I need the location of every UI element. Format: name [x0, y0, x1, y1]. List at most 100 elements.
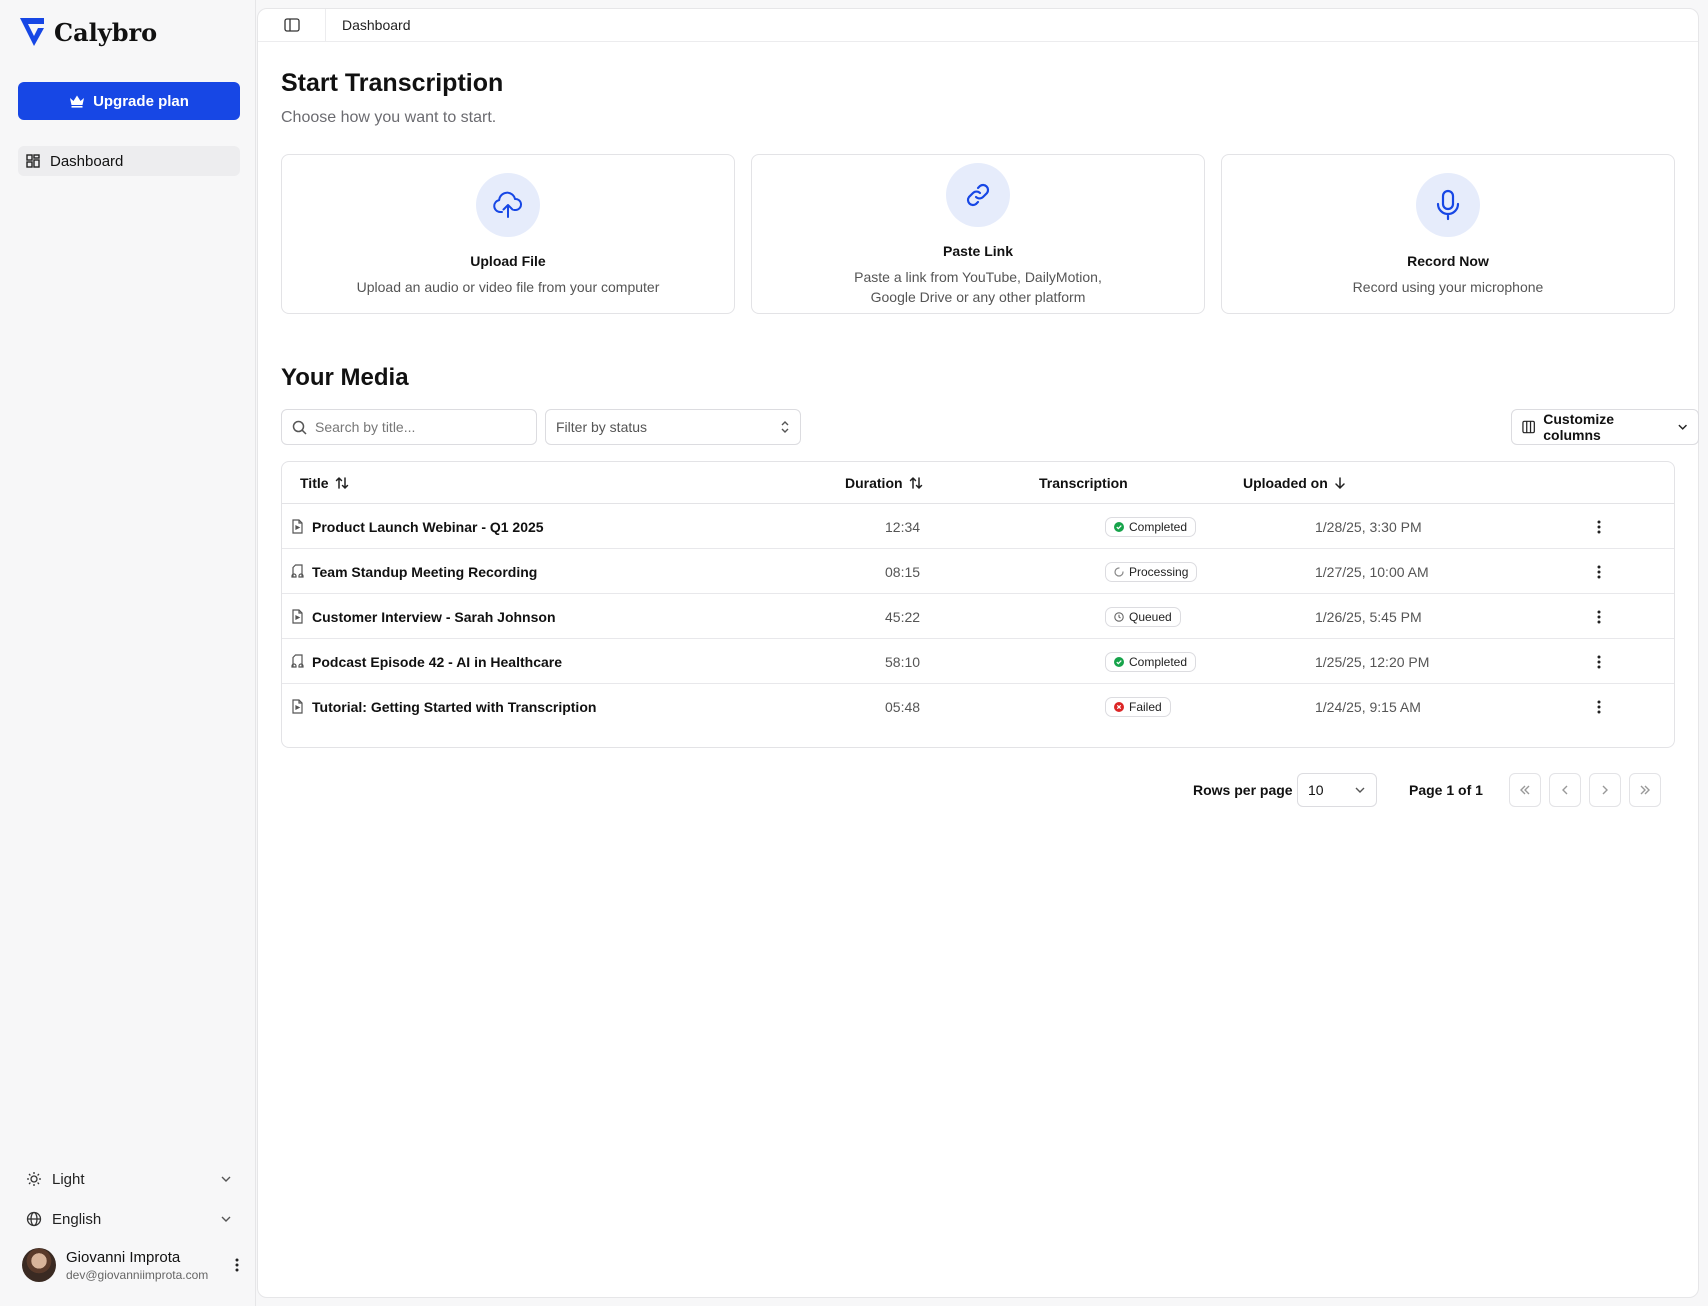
media-duration: 12:34: [885, 518, 921, 535]
chevron-right-icon: [1602, 785, 1608, 795]
check-circle-icon: [1114, 521, 1124, 532]
crown-icon: [70, 95, 85, 108]
sort-icon: [335, 476, 348, 490]
media-title-cell[interactable]: Customer Interview - Sarah Johnson: [291, 594, 556, 639]
column-transcription-label: Transcription: [1039, 475, 1128, 491]
media-uploaded-date: 1/24/25, 9:15 AM: [1315, 698, 1421, 715]
language-value: English: [52, 1210, 102, 1228]
media-title: Tutorial: Getting Started with Transcrip…: [312, 698, 597, 715]
theme-value: Light: [52, 1170, 85, 1188]
previous-page-button[interactable]: [1549, 773, 1581, 807]
loader-icon: [1114, 566, 1124, 577]
upload-file-card[interactable]: Upload File Upload an audio or video fil…: [281, 154, 735, 314]
status-badge: Queued: [1105, 606, 1181, 627]
media-title-cell[interactable]: Team Standup Meeting Recording: [291, 549, 537, 594]
row-actions-button[interactable]: [1596, 504, 1602, 549]
media-title-cell[interactable]: Product Launch Webinar - Q1 2025: [291, 504, 544, 549]
row-actions-button[interactable]: [1596, 594, 1602, 639]
status-filter-select[interactable]: Filter by status: [545, 409, 801, 445]
more-vertical-icon[interactable]: [234, 1257, 240, 1273]
page-title: Start Transcription: [281, 69, 504, 97]
language-select[interactable]: English: [18, 1204, 240, 1234]
calybro-logo-icon: [20, 18, 44, 46]
sidebar-toggle-button[interactable]: [258, 8, 326, 42]
more-vertical-icon: [1597, 565, 1601, 578]
first-page-button[interactable]: [1509, 773, 1541, 807]
link-icon: [946, 163, 1010, 227]
customize-columns-button[interactable]: Customize columns: [1511, 409, 1699, 445]
search-input[interactable]: [315, 419, 515, 435]
user-name: Giovanni Improta: [66, 1248, 181, 1266]
card-description: Record using your microphone: [1352, 279, 1544, 295]
media-duration: 08:15: [885, 563, 921, 580]
globe-icon: [26, 1211, 42, 1227]
table-row[interactable]: Product Launch Webinar - Q1 2025 12:34 Com…: [282, 504, 1674, 549]
status-badge: Completed: [1105, 651, 1197, 672]
video-file-icon: [292, 699, 303, 714]
column-header-duration[interactable]: Duration: [845, 462, 923, 504]
search-field[interactable]: [281, 409, 537, 445]
more-vertical-icon: [1597, 655, 1601, 668]
status-cell: Queued: [1105, 594, 1181, 639]
audio-file-icon: [291, 564, 304, 578]
sidebar-panel-icon: [283, 18, 300, 32]
column-header-title[interactable]: Title: [300, 462, 349, 504]
column-uploaded-label: Uploaded on: [1243, 475, 1328, 491]
status-cell: Completed: [1105, 639, 1197, 684]
chevrons-right-icon: [1640, 785, 1650, 795]
card-description: Paste a link from YouTube, DailyMotion, …: [854, 269, 1102, 305]
media-title: Podcast Episode 42 - AI in Healthcare: [312, 653, 563, 670]
sidebar: Calybro Upgrade plan Dashboard Light Eng…: [0, 0, 256, 1306]
status-badge: Completed: [1105, 516, 1197, 537]
rows-per-page-label: Rows per page: [1193, 782, 1293, 798]
table-row[interactable]: Customer Interview - Sarah Johnson 45:22 Q…: [282, 594, 1674, 639]
last-page-button[interactable]: [1629, 773, 1661, 807]
video-file-icon: [292, 519, 303, 534]
row-actions-button[interactable]: [1596, 639, 1602, 684]
upload-cloud-icon: [476, 173, 540, 237]
chevrons-left-icon: [1520, 785, 1530, 795]
user-profile[interactable]: Giovanni Improta dev@giovanniimprota.com: [22, 1245, 240, 1285]
card-title: Record Now: [1407, 253, 1489, 269]
status-label: Failed: [1129, 699, 1162, 714]
paste-link-card[interactable]: Paste Link Paste a link from YouTube, Da…: [751, 154, 1205, 314]
app-logo[interactable]: Calybro: [18, 16, 157, 48]
row-actions-button[interactable]: [1596, 684, 1602, 729]
table-row[interactable]: Tutorial: Getting Started with Transcrip…: [282, 684, 1674, 729]
theme-select[interactable]: Light: [18, 1164, 240, 1194]
column-header-uploaded[interactable]: Uploaded on: [1243, 462, 1346, 504]
rows-per-page-value: 10: [1308, 782, 1324, 798]
main-panel: Dashboard Start Transcription Choose how…: [257, 8, 1699, 1298]
x-circle-icon: [1114, 701, 1124, 712]
more-vertical-icon: [1597, 520, 1601, 533]
search-icon: [292, 420, 307, 435]
clock-icon: [1114, 611, 1124, 622]
breadcrumb: Dashboard: [342, 17, 411, 33]
avatar: [22, 1248, 56, 1282]
table-row[interactable]: Podcast Episode 42 - AI in Healthcare 58:…: [282, 639, 1674, 684]
chevron-down-icon: [221, 1176, 231, 1182]
app-name: Calybro: [54, 17, 158, 47]
next-page-button[interactable]: [1589, 773, 1621, 807]
card-description: Upload an audio or video file from your …: [356, 279, 660, 295]
table-row[interactable]: Team Standup Meeting Recording 08:15 Proce…: [282, 549, 1674, 594]
page-subtitle: Choose how you want to start.: [281, 109, 497, 126]
media-title: Product Launch Webinar - Q1 2025: [312, 518, 544, 535]
media-table: Title Duration Transcription Uploaded on: [281, 461, 1675, 748]
upgrade-plan-button[interactable]: Upgrade plan: [18, 82, 240, 120]
media-title-cell[interactable]: Tutorial: Getting Started with Transcrip…: [291, 684, 596, 729]
status-label: Completed: [1129, 519, 1188, 534]
arrow-down-icon: [1335, 477, 1345, 490]
record-now-card[interactable]: Record Now Record using your microphone: [1221, 154, 1675, 314]
customize-columns-label: Customize columns: [1543, 411, 1615, 443]
column-title-label: Title: [300, 475, 329, 491]
status-cell: Completed: [1105, 504, 1197, 549]
media-title-cell[interactable]: Podcast Episode 42 - AI in Healthcare: [291, 639, 562, 684]
sidebar-item-dashboard[interactable]: Dashboard: [18, 146, 240, 176]
user-email: dev@giovanniimprota.com: [66, 1267, 209, 1282]
media-duration: 05:48: [885, 698, 921, 715]
page-info: Page 1 of 1: [1409, 782, 1483, 798]
rows-per-page-select[interactable]: 10: [1297, 773, 1377, 807]
media-uploaded-date: 1/25/25, 12:20 PM: [1315, 653, 1430, 670]
row-actions-button[interactable]: [1596, 549, 1602, 594]
